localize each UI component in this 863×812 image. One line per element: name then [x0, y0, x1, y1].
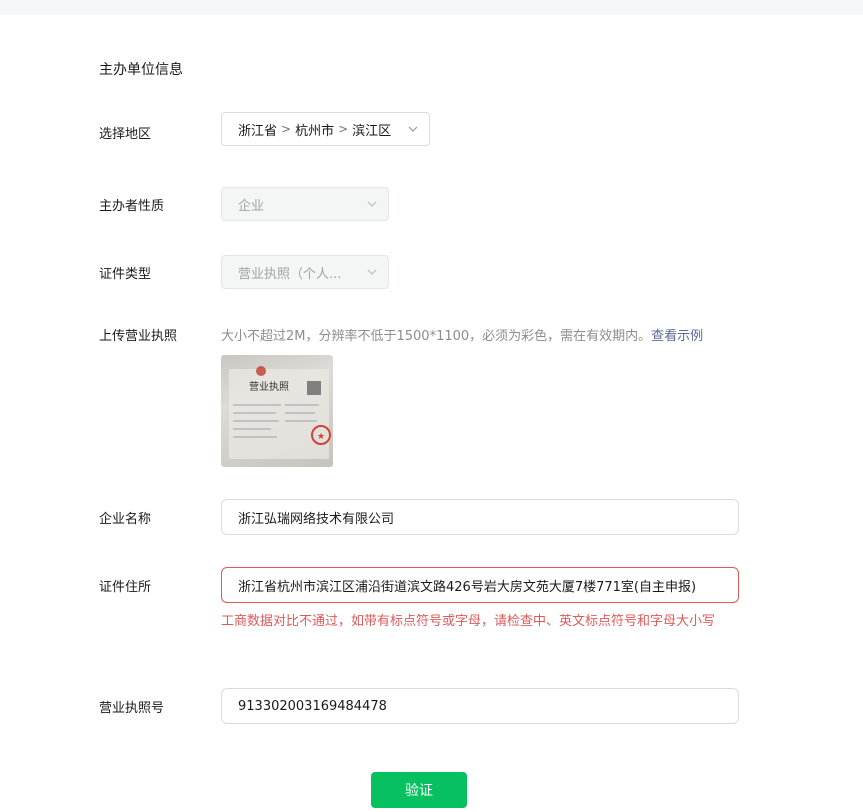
region-province: 浙江省	[238, 123, 278, 139]
region-label: 选择地区	[99, 127, 152, 142]
certificate-type-label: 证件类型	[99, 267, 152, 282]
region-district: 滨江区	[352, 123, 392, 139]
license-upload-label: 上传营业执照	[99, 329, 178, 344]
organizer-type-select[interactable]: 企业	[221, 187, 389, 221]
certificate-address-input[interactable]: 浙江省杭州市滨江区浦沿街道滨文路426号岩大房文苑大厦7楼771室(自主申报)	[221, 567, 739, 603]
organizer-type-label: 主办者性质	[99, 199, 165, 214]
chevron-down-icon	[367, 201, 377, 207]
address-error-message: 工商数据对比不通过，如带有标点符号或字母，请检查中、英文标点符号和字母大小写	[221, 614, 716, 629]
license-image-title: 营业执照	[249, 380, 289, 393]
region-separator: >	[281, 122, 292, 136]
svg-text:★: ★	[317, 432, 325, 442]
upload-hint: 大小不超过2M，分辨率不低于1500*1100，必须为彩色，需在有效期内。查看示…	[221, 325, 703, 344]
region-separator: >	[338, 122, 349, 136]
license-number-input[interactable]: 913302003169484478	[221, 688, 739, 724]
upload-hint-text: 大小不超过2M，分辨率不低于1500*1100，必须为彩色，需在有效期内。	[221, 329, 652, 344]
certificate-type-select[interactable]: 营业执照（个人...	[221, 255, 389, 289]
license-number-label: 营业执照号	[99, 701, 165, 716]
region-city: 杭州市	[295, 123, 335, 139]
view-example-link[interactable]: 查看示例	[651, 329, 703, 344]
license-image: 营业执照 ★	[229, 366, 331, 459]
verify-button[interactable]: 验证	[371, 772, 467, 808]
chevron-down-icon	[367, 269, 377, 275]
organizer-type-value: 企业	[238, 198, 265, 214]
company-name-label: 企业名称	[99, 512, 152, 527]
region-select[interactable]: 浙江省 > 杭州市 > 滨江区	[221, 112, 430, 146]
certificate-type-value: 营业执照（个人...	[238, 266, 342, 282]
certificate-address-label: 证件住所	[99, 580, 152, 595]
chevron-down-icon	[408, 126, 418, 132]
company-name-input[interactable]: 浙江弘瑞网络技术有限公司	[221, 499, 739, 535]
top-bar	[0, 0, 863, 15]
license-thumbnail[interactable]: 营业执照 ★	[221, 355, 333, 467]
section-title: 主办单位信息	[99, 62, 183, 78]
